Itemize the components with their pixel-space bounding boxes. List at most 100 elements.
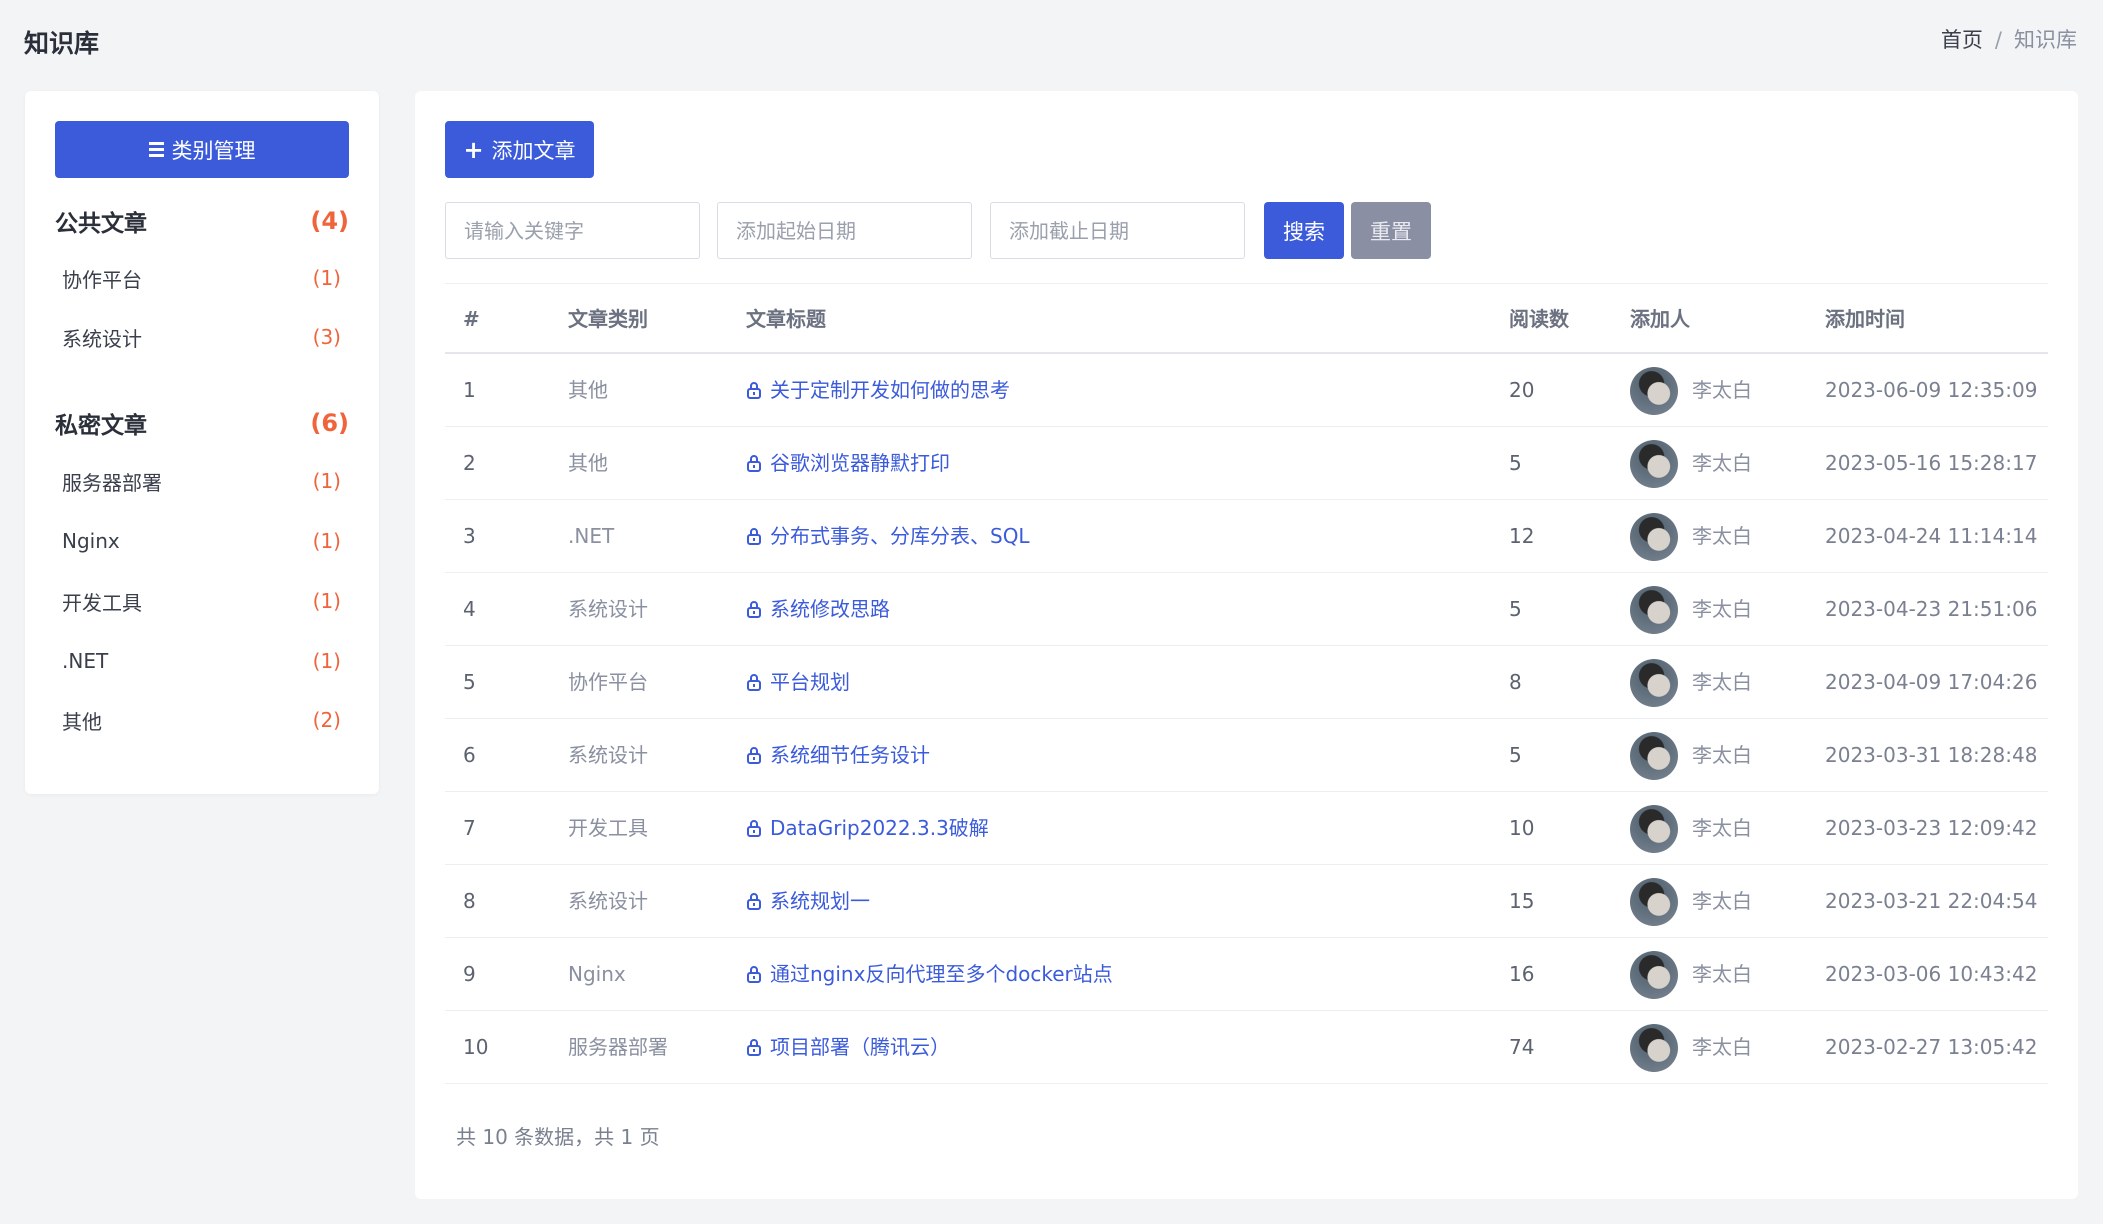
table-body: 1 其他 关于定制开发如何做的思考 20 李太白 2023-06-09 12:3… bbox=[445, 354, 2048, 1084]
row-category: .NET bbox=[568, 524, 615, 548]
avatar bbox=[1630, 512, 1678, 561]
add-article-button[interactable]: + 添加文章 bbox=[445, 121, 594, 178]
keyword-input[interactable] bbox=[445, 202, 700, 259]
sidebar-item-count: (1) bbox=[312, 266, 341, 290]
sidebar-item-label: 服务器部署 bbox=[62, 470, 162, 495]
table-row[interactable]: 3 .NET 分布式事务、分库分表、SQL 12 李太白 2023-04-24 … bbox=[445, 500, 2048, 573]
author-name: 李太白 bbox=[1692, 597, 1752, 621]
column-header-title: 文章标题 bbox=[746, 307, 826, 331]
column-header-time: 添加时间 bbox=[1825, 307, 1905, 331]
row-author: 李太白 bbox=[1630, 573, 1752, 646]
row-title-link[interactable]: 关于定制开发如何做的思考 bbox=[746, 354, 1010, 427]
row-reads: 74 bbox=[1509, 1035, 1535, 1059]
row-reads: 16 bbox=[1509, 962, 1535, 986]
row-title-link[interactable]: 谷歌浏览器静默打印 bbox=[746, 427, 950, 500]
table-row[interactable]: 8 系统设计 系统规划一 15 李太白 2023-03-21 22:04:54 bbox=[445, 865, 2048, 938]
row-reads: 10 bbox=[1509, 816, 1535, 840]
table-row[interactable]: 1 其他 关于定制开发如何做的思考 20 李太白 2023-06-09 12:3… bbox=[445, 354, 2048, 427]
row-time: 2023-05-16 15:28:17 bbox=[1825, 451, 2038, 475]
row-index: 5 bbox=[463, 670, 476, 694]
row-title-link[interactable]: 系统规划一 bbox=[746, 865, 870, 938]
sidebar-item-dotnet[interactable]: .NET (1) bbox=[62, 644, 341, 678]
public-articles-group[interactable]: 公共文章 (4) bbox=[55, 204, 349, 238]
row-title-text: 系统规划一 bbox=[770, 889, 870, 913]
group-label: 私密文章 bbox=[55, 413, 147, 439]
group-count: (6) bbox=[310, 409, 349, 437]
sidebar-item-dev-tools[interactable]: 开发工具 (1) bbox=[62, 584, 341, 618]
row-category: 服务器部署 bbox=[568, 1035, 668, 1059]
table-row[interactable]: 2 其他 谷歌浏览器静默打印 5 李太白 2023-05-16 15:28:17 bbox=[445, 427, 2048, 500]
row-category: 其他 bbox=[568, 451, 608, 475]
row-author: 李太白 bbox=[1630, 646, 1752, 719]
row-reads: 8 bbox=[1509, 670, 1522, 694]
row-title-link[interactable]: 分布式事务、分库分表、SQL bbox=[746, 500, 1030, 573]
category-manage-button[interactable]: 类别管理 bbox=[55, 121, 349, 178]
avatar bbox=[1630, 585, 1678, 634]
avatar bbox=[1630, 366, 1678, 415]
table-row[interactable]: 10 服务器部署 项目部署（腾讯云） 74 李太白 2023-02-27 13:… bbox=[445, 1011, 2048, 1084]
table-row[interactable]: 9 Nginx 通过nginx反向代理至多个docker站点 16 李太白 20… bbox=[445, 938, 2048, 1011]
table-row[interactable]: 5 协作平台 平台规划 8 李太白 2023-04-09 17:04:26 bbox=[445, 646, 2048, 719]
row-reads: 20 bbox=[1509, 378, 1535, 402]
row-author: 李太白 bbox=[1630, 719, 1752, 792]
lock-icon bbox=[747, 819, 761, 837]
row-title-link[interactable]: 系统细节任务设计 bbox=[746, 719, 930, 792]
row-title-link[interactable]: 项目部署（腾讯云） bbox=[746, 1011, 950, 1084]
search-button[interactable]: 搜索 bbox=[1264, 202, 1344, 259]
row-index: 10 bbox=[463, 1035, 489, 1059]
plus-icon: + bbox=[463, 135, 484, 164]
author-name: 李太白 bbox=[1692, 743, 1752, 767]
row-title-text: 谷歌浏览器静默打印 bbox=[770, 451, 950, 475]
sidebar-item-count: (1) bbox=[312, 589, 341, 613]
sidebar-item-server-deploy[interactable]: 服务器部署 (1) bbox=[62, 464, 341, 498]
end-date-input[interactable] bbox=[990, 202, 1245, 259]
lock-icon bbox=[747, 892, 761, 910]
row-category: 系统设计 bbox=[568, 597, 648, 621]
add-article-label: 添加文章 bbox=[491, 138, 576, 163]
pagination-summary: 共 10 条数据，共 1 页 bbox=[456, 1125, 660, 1149]
category-sidebar: 类别管理 公共文章 (4) 协作平台 (1) 系统设计 (3) 私密文章 (6)… bbox=[25, 91, 379, 794]
sidebar-item-system-design[interactable]: 系统设计 (3) bbox=[62, 320, 341, 354]
sidebar-item-other[interactable]: 其他 (2) bbox=[62, 703, 341, 737]
row-time: 2023-04-09 17:04:26 bbox=[1825, 670, 2038, 694]
table-row[interactable]: 7 开发工具 DataGrip2022.3.3破解 10 李太白 2023-03… bbox=[445, 792, 2048, 865]
row-index: 1 bbox=[463, 378, 476, 402]
reset-button[interactable]: 重置 bbox=[1351, 202, 1431, 259]
row-time: 2023-04-23 21:51:06 bbox=[1825, 597, 2038, 621]
lock-icon bbox=[747, 381, 761, 399]
row-index: 3 bbox=[463, 524, 476, 548]
table-row[interactable]: 6 系统设计 系统细节任务设计 5 李太白 2023-03-31 18:28:4… bbox=[445, 719, 2048, 792]
row-title-link[interactable]: DataGrip2022.3.3破解 bbox=[746, 792, 989, 865]
breadcrumb-separator: / bbox=[1994, 28, 2002, 52]
avatar bbox=[1630, 877, 1678, 926]
row-title-link[interactable]: 系统修改思路 bbox=[746, 573, 890, 646]
sidebar-item-nginx[interactable]: Nginx (1) bbox=[62, 524, 341, 558]
sidebar-item-label: 其他 bbox=[62, 709, 102, 734]
row-title-text: 系统细节任务设计 bbox=[770, 743, 930, 767]
start-date-input[interactable] bbox=[717, 202, 972, 259]
row-title-link[interactable]: 通过nginx反向代理至多个docker站点 bbox=[746, 938, 1113, 1011]
table-row[interactable]: 4 系统设计 系统修改思路 5 李太白 2023-04-23 21:51:06 bbox=[445, 573, 2048, 646]
breadcrumb-home[interactable]: 首页 bbox=[1941, 28, 1983, 52]
row-title-text: DataGrip2022.3.3破解 bbox=[770, 816, 989, 840]
avatar bbox=[1630, 658, 1678, 707]
sidebar-item-label: .NET bbox=[62, 649, 109, 673]
sidebar-item-count: (1) bbox=[312, 469, 341, 493]
avatar bbox=[1630, 1023, 1678, 1072]
row-category: 其他 bbox=[568, 378, 608, 402]
row-author: 李太白 bbox=[1630, 792, 1752, 865]
author-name: 李太白 bbox=[1692, 524, 1752, 548]
lock-icon bbox=[747, 1038, 761, 1056]
row-title-link[interactable]: 平台规划 bbox=[746, 646, 850, 719]
category-manage-label: 类别管理 bbox=[171, 138, 256, 163]
sidebar-item-label: 系统设计 bbox=[62, 326, 142, 351]
private-articles-group[interactable]: 私密文章 (6) bbox=[55, 406, 349, 440]
sidebar-item-label: 开发工具 bbox=[62, 590, 142, 615]
avatar bbox=[1630, 439, 1678, 488]
row-reads: 5 bbox=[1509, 451, 1522, 475]
lock-icon bbox=[747, 600, 761, 618]
sidebar-item-collab-platform[interactable]: 协作平台 (1) bbox=[62, 261, 341, 295]
row-author: 李太白 bbox=[1630, 354, 1752, 427]
avatar bbox=[1630, 950, 1678, 999]
sidebar-item-count: (1) bbox=[312, 649, 341, 673]
